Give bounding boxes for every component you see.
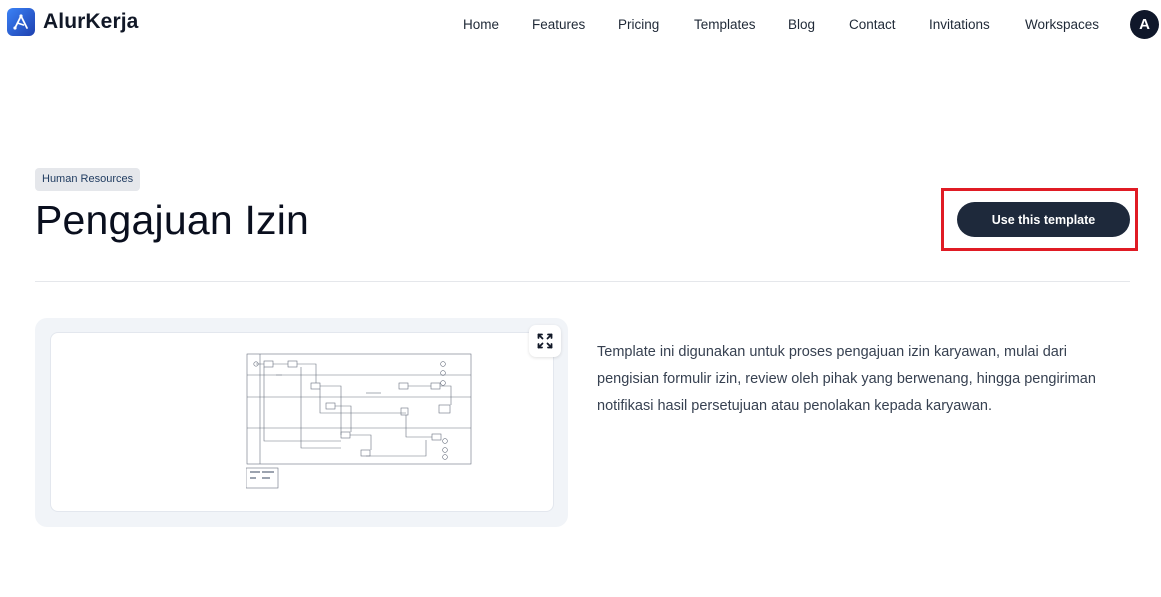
use-template-button[interactable]: Use this template bbox=[957, 202, 1130, 237]
bpmn-diagram-thumbnail bbox=[246, 353, 472, 489]
nav-blog[interactable]: Blog bbox=[788, 16, 815, 33]
nav-home[interactable]: Home bbox=[463, 16, 499, 33]
expand-preview-button[interactable] bbox=[529, 325, 561, 357]
nav-contact[interactable]: Contact bbox=[849, 16, 896, 33]
section-divider bbox=[35, 281, 1130, 282]
template-description: Template ini digunakan untuk proses peng… bbox=[597, 344, 1096, 414]
expand-icon bbox=[537, 333, 553, 349]
template-preview-frame[interactable] bbox=[50, 332, 554, 512]
nav-pricing[interactable]: Pricing bbox=[618, 16, 659, 33]
nav-templates[interactable]: Templates bbox=[694, 16, 756, 33]
nav-features[interactable]: Features bbox=[532, 16, 585, 33]
top-navbar: AlurKerja Home Features Pricing Template… bbox=[0, 0, 1161, 50]
main-nav: Home Features Pricing Templates Blog Con… bbox=[0, 16, 1161, 34]
nav-invitations[interactable]: Invitations bbox=[929, 16, 990, 33]
nav-workspaces[interactable]: Workspaces bbox=[1025, 16, 1099, 33]
category-badge: Human Resources bbox=[35, 168, 141, 191]
template-preview-card bbox=[35, 318, 568, 527]
page-title: Pengajuan Izin bbox=[35, 197, 310, 243]
user-avatar[interactable]: A bbox=[1130, 10, 1159, 39]
